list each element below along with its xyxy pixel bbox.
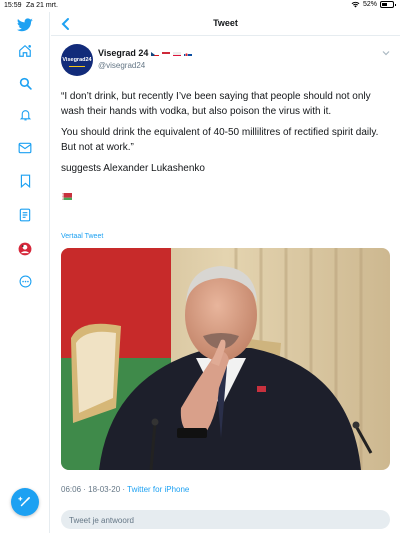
belarus-flag-icon <box>62 193 72 200</box>
status-bar: 15:59 Za 21 mrt. 52% <box>0 0 400 12</box>
battery-percentage: 52% <box>362 1 377 8</box>
czech-flag-icon <box>151 50 160 56</box>
author-handle[interactable]: @visegrad24 <box>98 61 145 70</box>
status-time: 15:59 <box>4 2 22 9</box>
tweet-paragraph: You should drink the equivalent of 40-50… <box>61 127 379 153</box>
tweet-paragraph: “I don’t drink, but recently I’ve been s… <box>61 91 371 117</box>
sidebar <box>0 12 50 533</box>
tweet-header: Tweet <box>51 12 400 36</box>
twitter-bird-icon[interactable] <box>16 16 34 34</box>
lists-icon[interactable] <box>16 206 34 224</box>
tweet-timestamp: 06:06 · 18-03-20 · <box>61 485 128 494</box>
profile-avatar-icon[interactable] <box>16 240 34 258</box>
tweet-source-link[interactable]: Twitter for iPhone <box>127 485 189 494</box>
translate-tweet-link[interactable]: Vertaal Tweet <box>61 233 103 240</box>
compose-tweet-icon <box>18 496 30 507</box>
slovakia-flag-icon <box>184 50 193 56</box>
home-icon[interactable] <box>16 42 34 60</box>
status-date: Za 21 mrt. <box>26 2 58 9</box>
tweet-paragraph: suggests Alexander Lukashenko <box>61 163 205 174</box>
page-title: Tweet <box>213 18 238 28</box>
wifi-icon <box>351 1 360 8</box>
poland-flag-icon <box>173 50 182 56</box>
reply-box[interactable] <box>61 510 390 530</box>
tweet-meta: 06:06 · 18-03-20 · Twitter for iPhone <box>61 485 189 494</box>
author-avatar[interactable]: Visegrad24 <box>61 44 93 76</box>
messages-envelope-icon[interactable] <box>16 139 34 157</box>
tweet-body: “I don’t drink, but recently I’ve been s… <box>61 90 394 184</box>
notifications-bell-icon[interactable] <box>16 106 34 124</box>
author-name-text: Visegrad 24 <box>98 48 149 58</box>
battery-icon <box>380 1 396 8</box>
compose-tweet-button[interactable] <box>11 488 39 516</box>
hungary-flag-icon <box>162 50 171 56</box>
chevron-down-icon[interactable] <box>382 50 390 56</box>
search-icon[interactable] <box>16 74 34 92</box>
author-name[interactable]: Visegrad 24 <box>98 48 193 58</box>
reply-input[interactable] <box>61 511 390 530</box>
photo-image <box>61 248 390 470</box>
tweet-photo[interactable] <box>61 248 390 470</box>
bookmark-icon[interactable] <box>16 172 34 190</box>
more-icon[interactable] <box>16 272 34 290</box>
avatar-logo-text: Visegrad24 <box>62 57 92 63</box>
